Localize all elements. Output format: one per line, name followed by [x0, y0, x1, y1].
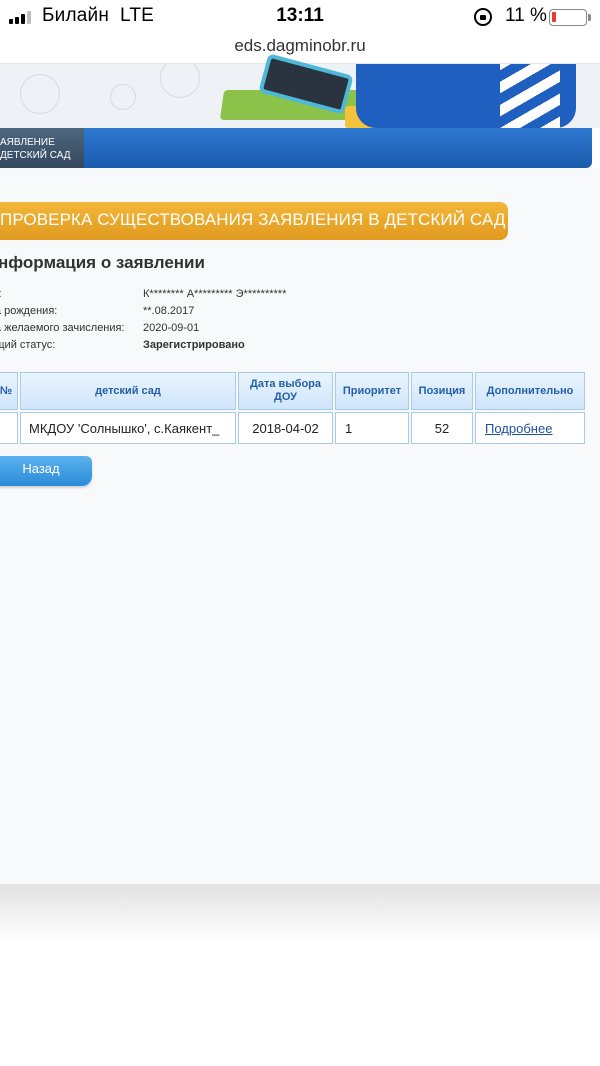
nav-tab-application[interactable]: АЯВЛЕНИЕ ДЕТСКИЙ САД: [0, 128, 84, 168]
applications-table: № детский сад Дата выбора ДОУ Приоритет …: [0, 370, 587, 446]
details-link[interactable]: Подробнее: [485, 421, 552, 436]
status-value: Зарегистрировано: [143, 339, 245, 351]
cell-position: 52: [411, 412, 473, 444]
content-area: [0, 168, 600, 888]
cell-date: 2018-04-02: [238, 412, 333, 444]
status-bar: Билайн LTE 13:11 11 %: [0, 0, 600, 34]
cell-kindergarten: МКДОУ 'Солнышко', с.Каякент_: [20, 412, 236, 444]
col-header-details[interactable]: Дополнительно: [475, 372, 585, 410]
cell-number: [0, 412, 18, 444]
cell-priority: 1: [335, 412, 409, 444]
col-header-priority[interactable]: Приоритет: [335, 372, 409, 410]
col-header-position[interactable]: Позиция: [411, 372, 473, 410]
footer-shadow: [0, 884, 600, 944]
table-header-row: № детский сад Дата выбора ДОУ Приоритет …: [0, 372, 585, 410]
orientation-lock-icon: [474, 8, 492, 26]
battery-percent: 11 %: [505, 5, 547, 26]
col-header-kindergarten[interactable]: детский сад: [20, 372, 236, 410]
info-heading: нформация о заявлении: [0, 253, 205, 272]
col-header-date[interactable]: Дата выбора ДОУ: [238, 372, 333, 410]
address-bar[interactable]: eds.dagminobr.ru: [0, 34, 600, 64]
battery-icon: [549, 9, 587, 26]
table-row: МКДОУ 'Солнышко', с.Каякент_ 2018-04-02 …: [0, 412, 585, 444]
main-nav: [0, 128, 592, 168]
cell-details: Подробнее: [475, 412, 585, 444]
section-title: ПРОВЕРКА СУЩЕСТВОВАНИЯ ЗАЯВЛЕНИЯ В ДЕТСК…: [0, 210, 506, 229]
col-header-number[interactable]: №: [0, 372, 18, 410]
url-text[interactable]: eds.dagminobr.ru: [0, 36, 600, 56]
back-button[interactable]: Назад: [0, 456, 92, 486]
